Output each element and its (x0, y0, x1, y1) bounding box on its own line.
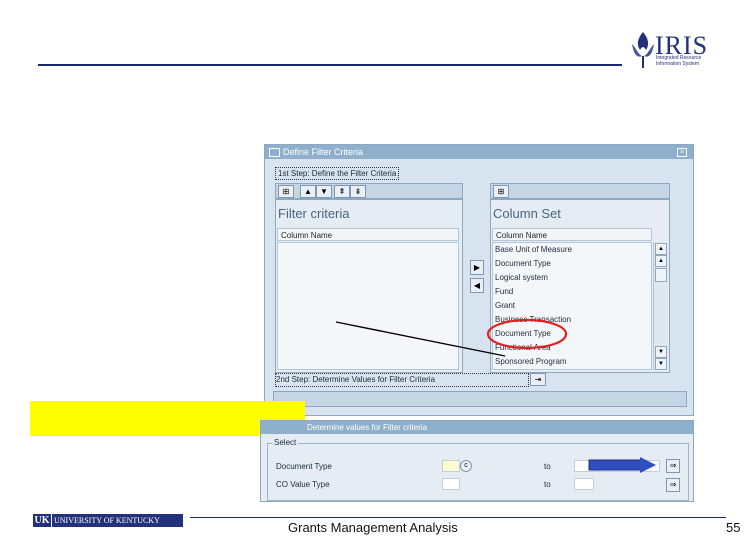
uk-wordmark: UNIVERSITY OF KENTUCKY (52, 514, 183, 527)
values-titlebar: Determine values for Filter criteria (261, 421, 693, 434)
to-label: to (544, 462, 551, 471)
blue-arrow-annotation (588, 457, 656, 473)
select-group-label: Select (272, 438, 299, 447)
annotation-circle (486, 318, 568, 350)
multiple-selection-icon[interactable]: ⇒ (666, 459, 680, 473)
co-value-type-label: CO Value Type (276, 480, 330, 489)
search-help-icon[interactable]: c (460, 460, 472, 472)
values-window-title: Determine values for Filter criteria (307, 423, 428, 432)
footer-divider (190, 517, 726, 518)
footer-title: Grants Management Analysis (288, 520, 458, 535)
document-type-from-field[interactable] (442, 460, 460, 472)
document-type-label: Document Type (276, 462, 332, 471)
to-label: to (544, 480, 551, 489)
co-value-type-from-field[interactable] (442, 478, 460, 490)
co-value-type-to-field[interactable] (574, 478, 594, 490)
multiple-selection-icon[interactable]: ⇒ (666, 478, 680, 492)
page-number: 55 (726, 520, 741, 535)
annotation-pointer-line (335, 321, 506, 357)
uk-logo: UK (33, 514, 51, 527)
